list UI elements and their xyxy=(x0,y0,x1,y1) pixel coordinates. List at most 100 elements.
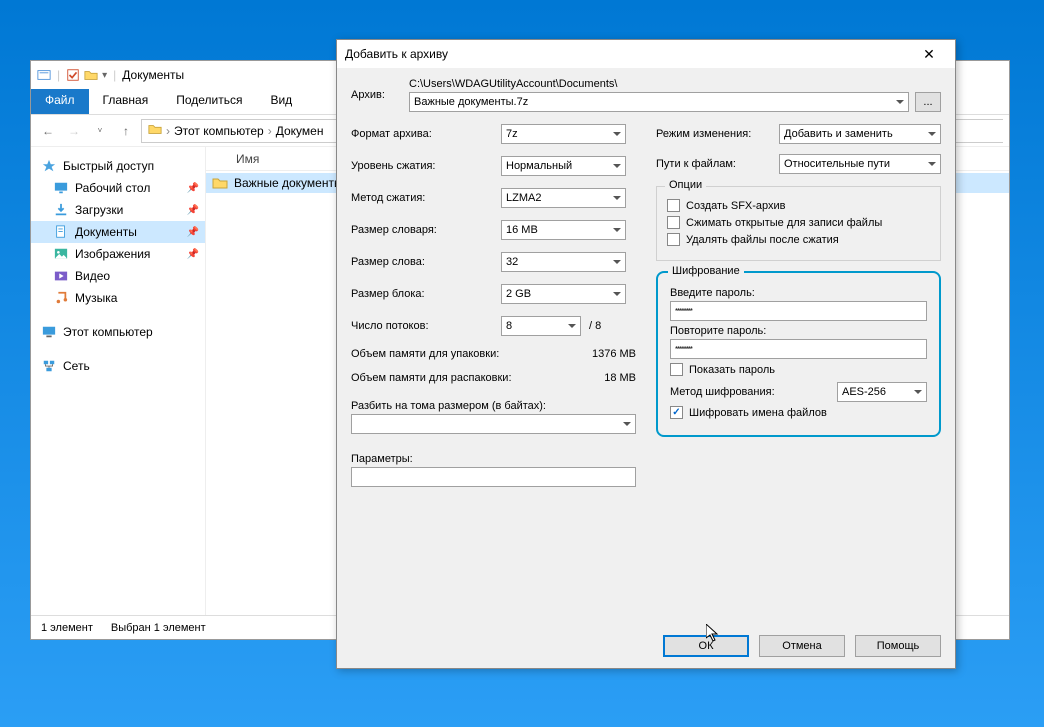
back-arrow-icon[interactable]: ← xyxy=(37,120,59,142)
sidebar-label: Музыка xyxy=(75,291,117,305)
dialog-buttons: ОК Отмена Помощь xyxy=(337,624,955,668)
right-column: Режим изменения: Добавить и заменить Пути… xyxy=(656,124,941,490)
encryption-legend: Шифрование xyxy=(668,265,744,277)
video-icon xyxy=(53,268,69,284)
folder-icon xyxy=(148,122,162,139)
up-arrow-icon[interactable]: ↑ xyxy=(115,120,137,142)
options-group: Опции Создать SFX-архив Сжимать открытые… xyxy=(656,186,941,261)
dict-label: Размер словаря: xyxy=(351,224,501,236)
sidebar-item-downloads[interactable]: Загрузки📌 xyxy=(31,199,205,221)
threads-combo[interactable]: 8 xyxy=(501,316,581,336)
music-icon xyxy=(53,290,69,306)
window-title: Документы xyxy=(122,68,184,82)
sidebar-quick-access[interactable]: Быстрый доступ xyxy=(31,155,205,177)
enc-method-combo[interactable]: AES-256 xyxy=(837,382,927,402)
qat-folder-icon[interactable] xyxy=(84,68,98,82)
network-icon xyxy=(41,358,57,374)
ribbon-tab-home[interactable]: Главная xyxy=(89,89,163,114)
add-to-archive-dialog: Добавить к архиву ✕ Архив: C:\Users\WDAG… xyxy=(336,39,956,669)
breadcrumb-thispc[interactable]: Этот компьютер xyxy=(174,124,264,138)
sidebar-item-desktop[interactable]: Рабочий стол📌 xyxy=(31,177,205,199)
chevron-right-icon[interactable]: › xyxy=(166,124,170,138)
format-label: Формат архива: xyxy=(351,128,501,140)
sidebar-label: Этот компьютер xyxy=(63,325,153,339)
checkbox-icon[interactable] xyxy=(66,68,80,82)
pathmode-label: Пути к файлам: xyxy=(656,158,771,170)
update-combo[interactable]: Добавить и заменить xyxy=(779,124,941,144)
level-combo[interactable]: Нормальный xyxy=(501,156,626,176)
params-input[interactable] xyxy=(351,467,636,487)
mempack-value: 1376 MB xyxy=(576,348,636,360)
sidebar-thispc[interactable]: Этот компьютер xyxy=(31,321,205,343)
help-button[interactable]: Помощь xyxy=(855,635,941,657)
word-label: Размер слова: xyxy=(351,256,501,268)
status-selection: Выбран 1 элемент xyxy=(111,622,206,634)
archive-name-combo[interactable]: Важные документы.7z xyxy=(409,92,909,112)
split-label: Разбить на тома размером (в байтах): xyxy=(351,400,636,412)
sidebar-item-pictures[interactable]: Изображения📌 xyxy=(31,243,205,265)
archive-name-value: Важные документы.7z xyxy=(414,96,528,108)
separator: | xyxy=(113,68,116,82)
threads-max: / 8 xyxy=(589,320,601,332)
options-legend: Опции xyxy=(665,179,706,191)
chevron-right-icon[interactable]: › xyxy=(268,124,272,138)
word-combo[interactable]: 32 xyxy=(501,252,626,272)
sidebar-label: Документы xyxy=(75,225,137,239)
block-combo[interactable]: 2 GB xyxy=(501,284,626,304)
sidebar-label: Сеть xyxy=(63,359,90,373)
level-label: Уровень сжатия: xyxy=(351,160,501,172)
encrypt-names-checkbox[interactable] xyxy=(670,406,683,419)
memunpack-label: Объем памяти для распаковки: xyxy=(351,372,576,384)
archive-path: C:\Users\WDAGUtilityAccount\Documents\ xyxy=(409,78,941,90)
dialog-title: Добавить к архиву xyxy=(345,47,448,61)
update-label: Режим изменения: xyxy=(656,128,771,140)
dict-combo[interactable]: 16 MB xyxy=(501,220,626,240)
star-icon xyxy=(41,158,57,174)
shared-checkbox[interactable] xyxy=(667,216,680,229)
sidebar-item-music[interactable]: Музыка xyxy=(31,287,205,309)
download-icon xyxy=(53,202,69,218)
format-combo[interactable]: 7z xyxy=(501,124,626,144)
method-combo[interactable]: LZMA2 xyxy=(501,188,626,208)
sfx-checkbox[interactable] xyxy=(667,199,680,212)
pictures-icon xyxy=(53,246,69,262)
delete-checkbox[interactable] xyxy=(667,233,680,246)
memunpack-value: 18 MB xyxy=(576,372,636,384)
pin-icon: 📌 xyxy=(187,249,199,260)
cancel-button[interactable]: Отмена xyxy=(759,635,845,657)
ribbon-tab-view[interactable]: Вид xyxy=(256,89,306,114)
shared-label: Сжимать открытые для записи файлы xyxy=(686,217,882,229)
ribbon-tab-file[interactable]: Файл xyxy=(31,89,89,114)
mempack-label: Объем памяти для упаковки: xyxy=(351,348,576,360)
recent-dropdown-icon[interactable]: ˅ xyxy=(89,120,111,142)
password-input[interactable]: ******** xyxy=(670,301,927,321)
browse-button[interactable]: ... xyxy=(915,92,941,112)
password-repeat-input[interactable]: ******** xyxy=(670,339,927,359)
ribbon-tab-share[interactable]: Поделиться xyxy=(162,89,256,114)
pathmode-combo[interactable]: Относительные пути xyxy=(779,154,941,174)
sidebar-network[interactable]: Сеть xyxy=(31,355,205,377)
dialog-body: Архив: C:\Users\WDAGUtilityAccount\Docum… xyxy=(337,68,955,624)
sidebar-item-videos[interactable]: Видео xyxy=(31,265,205,287)
split-combo[interactable] xyxy=(351,414,636,434)
dialog-titlebar: Добавить к архиву ✕ xyxy=(337,40,955,68)
archive-label: Архив: xyxy=(351,89,399,101)
sidebar-item-documents[interactable]: Документы📌 xyxy=(31,221,205,243)
forward-arrow-icon[interactable]: → xyxy=(63,120,85,142)
pin-icon: 📌 xyxy=(187,205,199,216)
enc-method-label: Метод шифрования: xyxy=(670,386,775,398)
close-button[interactable]: ✕ xyxy=(911,40,947,68)
sidebar-label: Быстрый доступ xyxy=(63,159,154,173)
separator: | xyxy=(57,68,60,82)
file-name: Важные документы xyxy=(234,176,343,190)
ok-button[interactable]: ОК xyxy=(663,635,749,657)
show-password-checkbox[interactable] xyxy=(670,363,683,376)
folder-icon xyxy=(212,175,228,191)
password-repeat-label: Повторите пароль: xyxy=(670,325,927,337)
qat-overflow[interactable]: ▾ xyxy=(102,70,107,81)
sfx-label: Создать SFX-архив xyxy=(686,200,786,212)
show-password-label: Показать пароль xyxy=(689,364,775,376)
breadcrumb-current[interactable]: Докумен xyxy=(276,124,324,138)
status-count: 1 элемент xyxy=(41,622,93,634)
params-label: Параметры: xyxy=(351,453,636,465)
